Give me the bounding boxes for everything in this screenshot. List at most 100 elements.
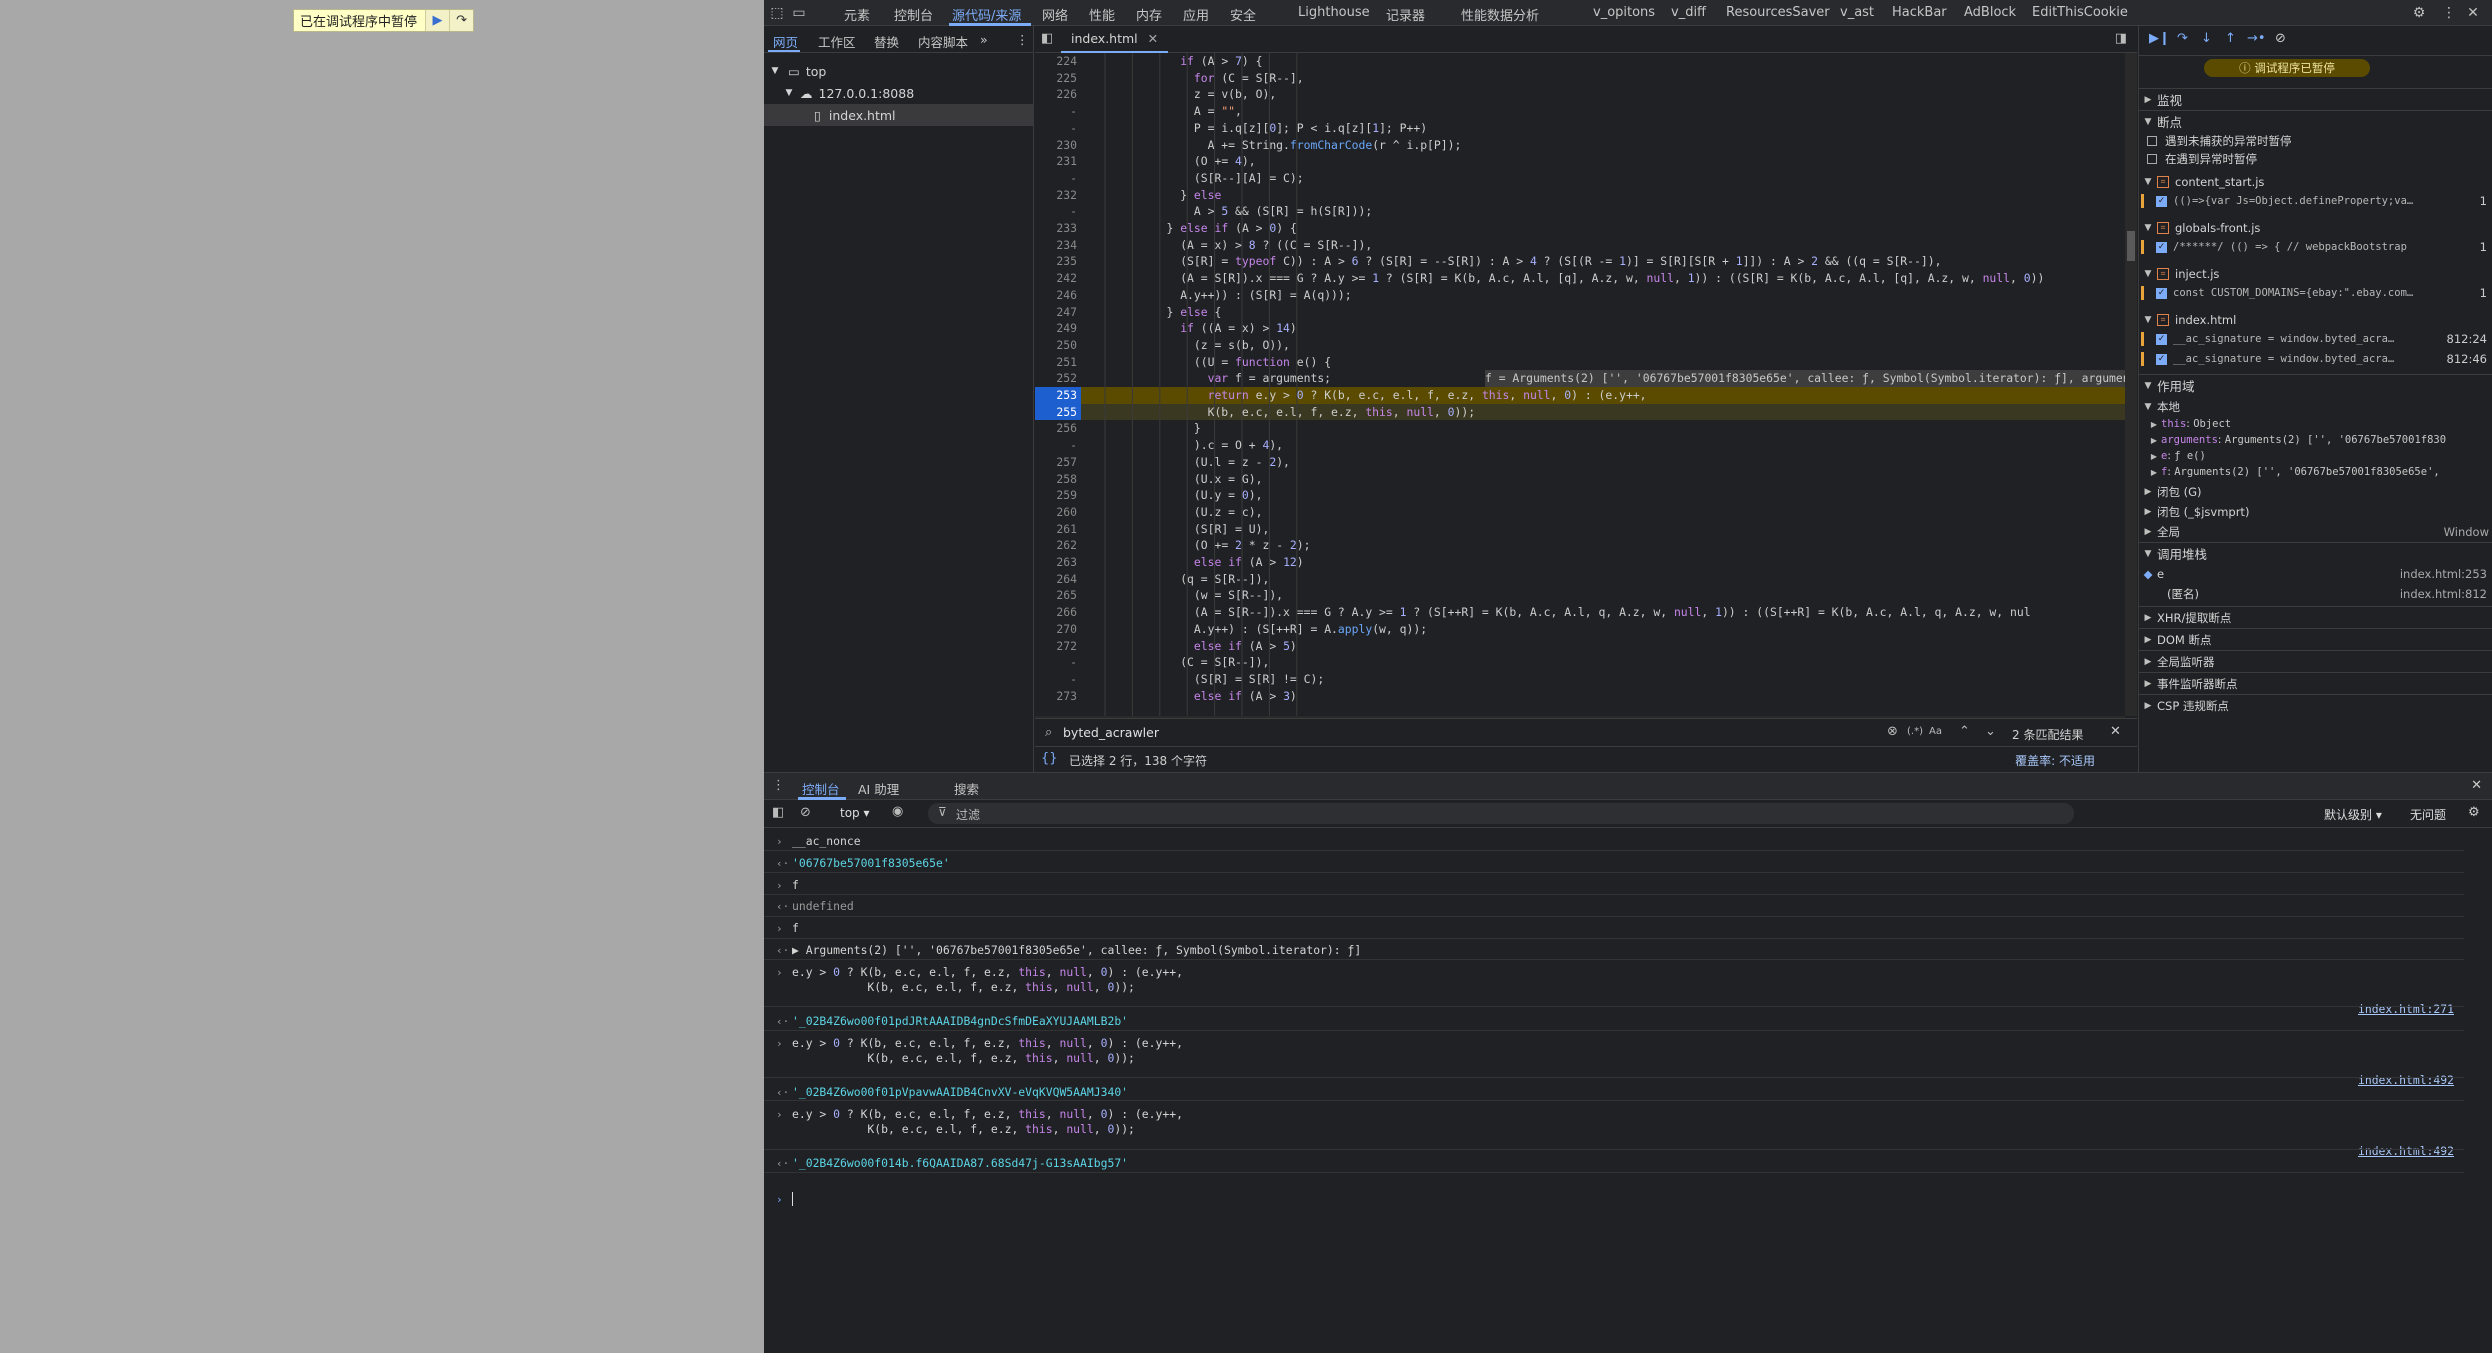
breakpoint-entry[interactable]: ✓ /******/ (() => { // webpackBootstrap 1 (2139, 238, 2492, 256)
code-line[interactable]: 260 (U.z = c), (1035, 504, 2137, 521)
more-menu-icon[interactable]: ⋮ (2440, 4, 2458, 22)
line-number[interactable]: - (1035, 170, 1077, 187)
scope-closure-g[interactable]: ▶ 闭包 (G) (2139, 482, 2492, 502)
breakpoint-file[interactable]: ▼ ⌗ globals-front.js (2139, 218, 2492, 238)
log-level-selector[interactable]: 默认级别 ▾ (2324, 806, 2382, 823)
call-frame[interactable]: (匿名) index.html:812 (2139, 584, 2492, 604)
console-filter-input[interactable]: ⊽ 过滤 (928, 803, 2074, 824)
line-number[interactable]: 263 (1035, 554, 1077, 571)
tab-workspace[interactable]: 工作区 (818, 32, 856, 51)
toggle-navigator-icon[interactable]: ◧ (1041, 31, 1053, 46)
code-line[interactable]: 259 (U.y = 0), (1035, 487, 2137, 504)
section-watch[interactable]: ▶ 监视 (2139, 88, 2492, 110)
tab-hackbar[interactable]: HackBar (1892, 5, 1947, 20)
section-csp-breakpoints[interactable]: ▶ CSP 违规断点 (2139, 694, 2492, 716)
code-line[interactable]: 265 (w = S[R--]), (1035, 587, 2137, 604)
code-line[interactable]: -).c = O + 4), (1035, 437, 2137, 454)
drawer-tab-search[interactable]: 搜索 (954, 779, 979, 798)
breakpoint-entry[interactable]: ✓ const CUSTOM_DOMAINS={ebay:".ebay.com… 1 (2139, 284, 2492, 302)
tree-item-origin[interactable]: ▼ ☁ 127.0.0.1:8088 (764, 82, 1034, 104)
tab-console[interactable]: 控制台 (894, 5, 933, 24)
deactivate-breakpoints-icon[interactable]: ⊘ (2275, 31, 2286, 46)
line-number[interactable]: 273 (1035, 688, 1077, 705)
step-out-icon[interactable]: ↑ (2225, 31, 2236, 46)
close-search-icon[interactable]: ✕ (2110, 724, 2121, 739)
code-line[interactable]: 247} else { (1035, 304, 2137, 321)
tab-overrides[interactable]: 替换 (874, 32, 899, 51)
line-number[interactable]: 234 (1035, 237, 1077, 254)
context-selector[interactable]: top ▾ (840, 806, 870, 820)
search-input[interactable]: byted_acrawler (1063, 725, 1159, 740)
tab-sources[interactable]: 源代码/来源 (952, 5, 1021, 24)
line-number[interactable]: 231 (1035, 153, 1077, 170)
section-event-listener-breakpoints[interactable]: ▶ 事件监听器断点 (2139, 672, 2492, 694)
close-devtools-icon[interactable]: ✕ (2464, 4, 2482, 22)
code-line[interactable]: 264 (q = S[R--]), (1035, 571, 2137, 588)
line-number[interactable]: 272 (1035, 638, 1077, 655)
scope-variable[interactable]: ▶ arguments: Arguments(2) ['', '06767be57… (2139, 432, 2492, 448)
breakpoint-entry[interactable]: ✓ __ac_signature = window.byted_acra… 812:… (2139, 350, 2492, 368)
breakpoint-file[interactable]: ▼ ⌗ content_start.js (2139, 172, 2492, 192)
tab-elements[interactable]: 元素 (844, 5, 870, 24)
code-line[interactable]: 246 A.y++)) : (S[R] = A(q))); (1035, 287, 2137, 304)
line-number[interactable]: - (1035, 437, 1077, 454)
line-number[interactable]: - (1035, 103, 1077, 120)
toggle-sidebar-icon[interactable]: ◨ (2115, 31, 2127, 46)
breakpoint-checkbox[interactable]: ✓ (2156, 333, 2167, 345)
tab-page[interactable]: 网页 (773, 32, 798, 51)
step-into-icon[interactable]: ↓ (2201, 31, 2212, 46)
line-number[interactable]: 258 (1035, 471, 1077, 488)
call-frame[interactable]: ◆ e index.html:253 (2139, 564, 2492, 584)
checkbox[interactable] (2147, 154, 2157, 164)
code-line[interactable]: 225 for (C = S[R--], (1035, 70, 2137, 87)
tab-resourcessaver[interactable]: ResourcesSaver (1726, 5, 1830, 20)
code-line[interactable]: 242 (A = S[R]).x === G ? A.y >= 1 ? (S[R]… (1035, 270, 2137, 287)
match-case-toggle[interactable]: Aa (1929, 726, 1942, 737)
resume-icon[interactable]: ▶ (425, 10, 450, 31)
line-number[interactable]: 250 (1035, 337, 1077, 354)
code-line[interactable]: - (S[R--][A] = C); (1035, 170, 2137, 187)
line-number[interactable]: 233 (1035, 220, 1077, 237)
tab-security[interactable]: 安全 (1230, 5, 1256, 24)
code-line[interactable]: 266 (A = S[R--]).x === G ? A.y >= 1 ? (S[… (1035, 604, 2137, 621)
section-call-stack[interactable]: ▼ 调用堆栈 (2139, 542, 2492, 564)
code-line[interactable]: 233} else if (A > 0) { (1035, 220, 2137, 237)
code-line[interactable]: 231 (O += 4), (1035, 153, 2137, 170)
pretty-print-icon[interactable]: {} (1041, 751, 1058, 766)
breakpoint-file[interactable]: ▼ ⌗ inject.js (2139, 264, 2492, 284)
code-line[interactable]: - (S[R] = S[R] != C); (1035, 671, 2137, 688)
line-number[interactable]: 226 (1035, 86, 1077, 103)
line-number[interactable]: 224 (1035, 53, 1077, 70)
close-drawer-icon[interactable]: ✕ (2471, 778, 2482, 793)
line-number[interactable]: 252 (1035, 370, 1077, 387)
line-number[interactable]: - (1035, 203, 1077, 220)
scope-global[interactable]: ▶ 全局 Window (2139, 522, 2492, 542)
line-number[interactable]: 259 (1035, 487, 1077, 504)
console-source-link[interactable]: index.html:492 (2358, 1144, 2454, 1159)
previous-match-icon[interactable]: ⌃ (1959, 724, 1970, 739)
code-line[interactable]: - (C = S[R--]), (1035, 654, 2137, 671)
console-settings-gear-icon[interactable]: ⚙ (2468, 805, 2480, 820)
tab-v-opitons[interactable]: v_opitons (1593, 5, 1655, 20)
code-line[interactable]: 252 var f = arguments; f = Arguments(2) ['… (1035, 370, 2137, 387)
breakpoint-checkbox[interactable]: ✓ (2156, 287, 2167, 299)
line-number[interactable]: - (1035, 671, 1077, 688)
line-number[interactable]: 257 (1035, 454, 1077, 471)
pause-uncaught-option[interactable]: 遇到未捕获的异常时暂停 (2139, 132, 2492, 150)
code-line[interactable]: 232} else (1035, 187, 2137, 204)
line-number[interactable]: 235 (1035, 253, 1077, 270)
line-number[interactable]: 261 (1035, 521, 1077, 538)
scope-local[interactable]: ▼ 本地 (2139, 398, 2492, 416)
line-number[interactable]: 266 (1035, 604, 1077, 621)
line-number[interactable]: 270 (1035, 621, 1077, 638)
section-scope[interactable]: ▼ 作用域 (2139, 374, 2492, 396)
section-global-listeners[interactable]: ▶ 全局监听器 (2139, 650, 2492, 672)
code-line[interactable]: 262 (O += 2 * z - 2); (1035, 537, 2137, 554)
live-expression-eye-icon[interactable]: ◉ (892, 804, 903, 819)
editor-vertical-scrollbar[interactable] (2125, 53, 2137, 716)
issues-counter[interactable]: 无问题 (2410, 806, 2446, 823)
next-match-icon[interactable]: ⌄ (1985, 724, 1996, 739)
code-line[interactable]: 253 return e.y > 0 ? K(b, e.c, e.l, f, e.… (1035, 387, 2137, 404)
prompt-caret[interactable] (792, 1192, 793, 1206)
line-number[interactable]: 255 (1035, 403, 1081, 421)
